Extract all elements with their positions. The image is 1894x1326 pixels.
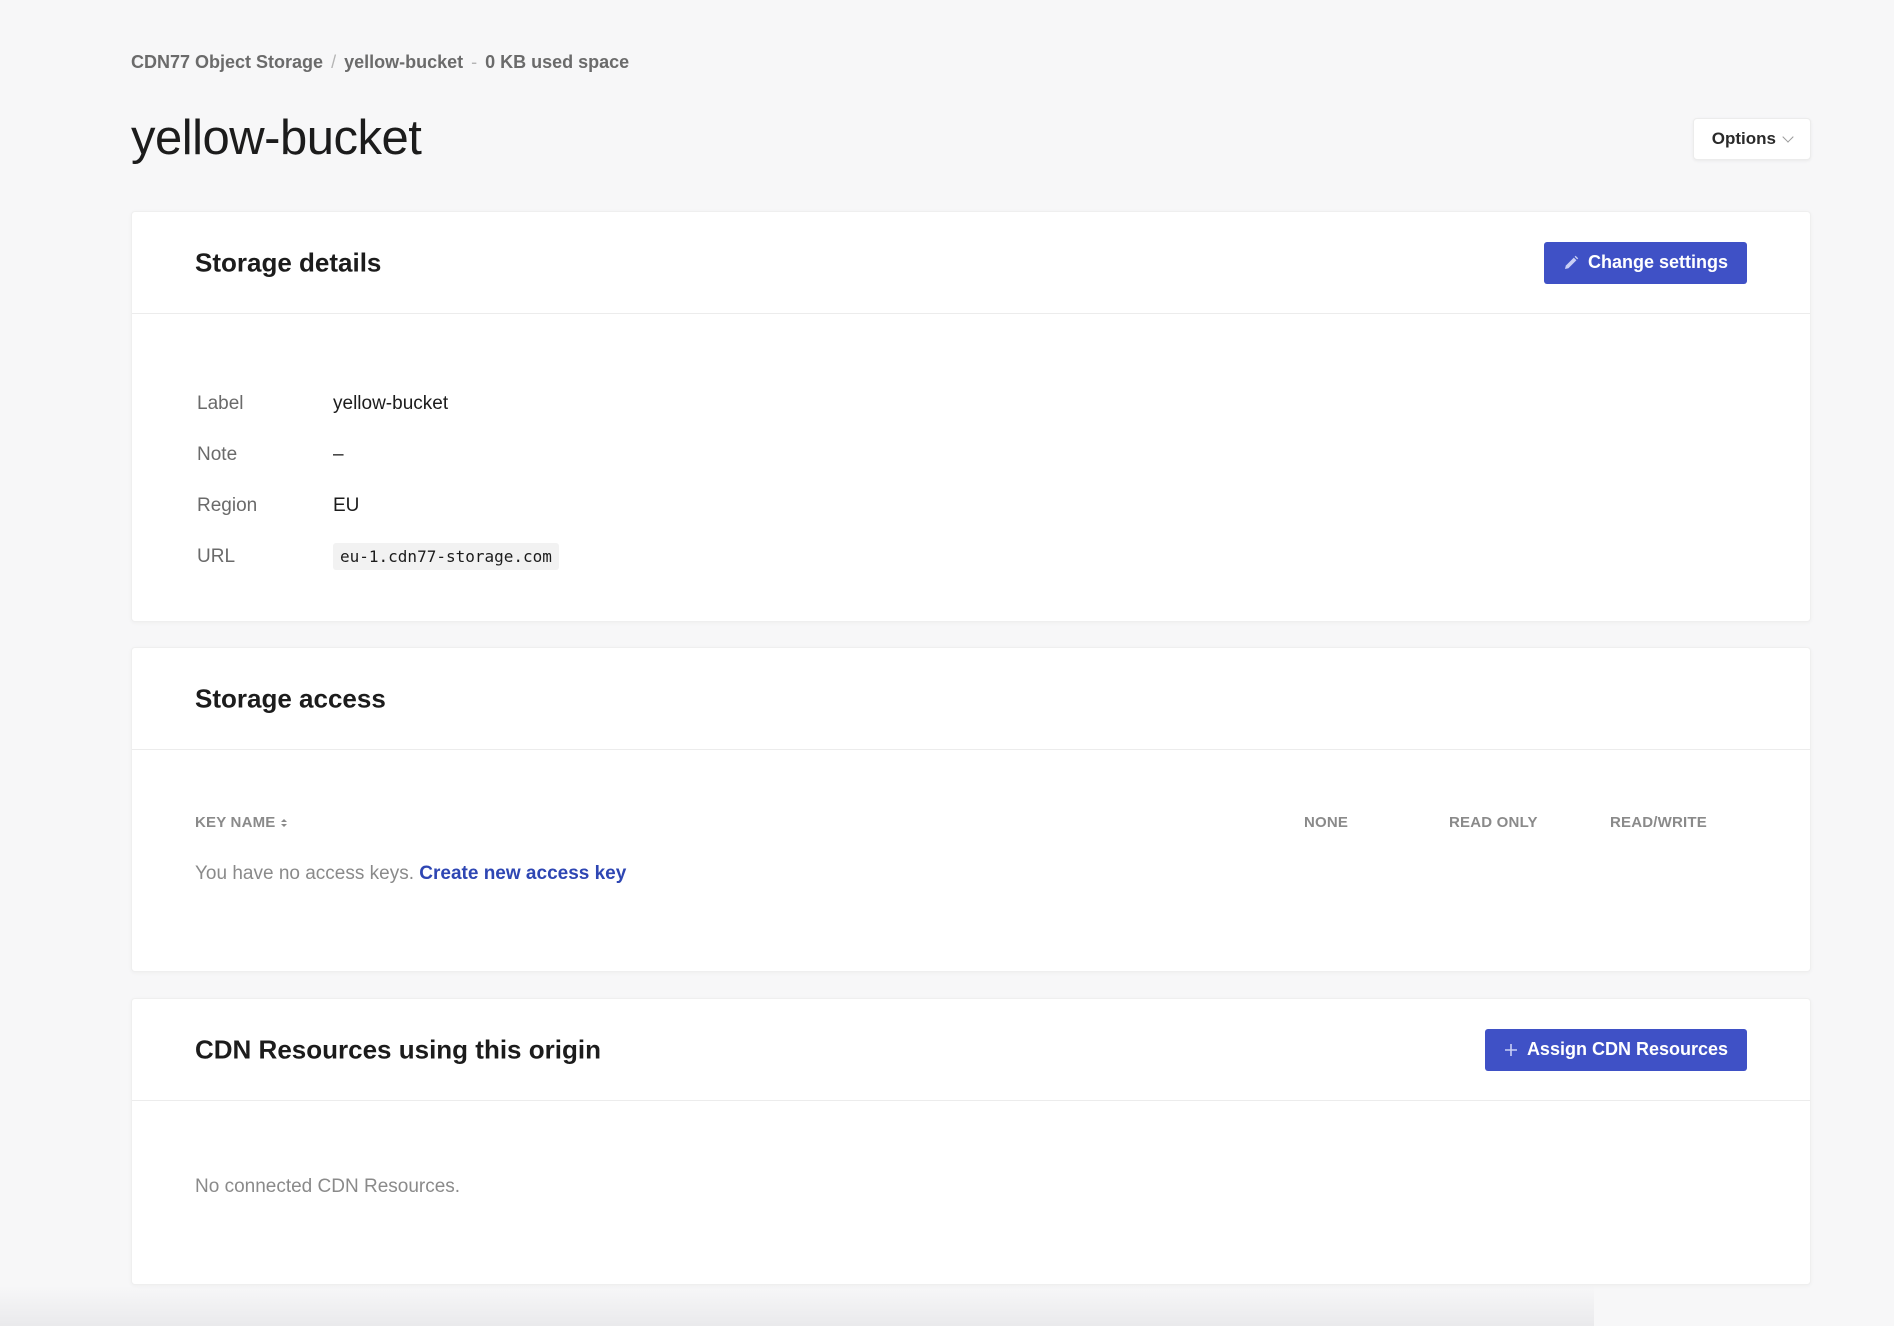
cdn-resources-card: CDN Resources using this origin Assign C… [131,998,1811,1285]
page-title: yellow-bucket [131,111,422,165]
storage-details-card: Storage details Change settings Label ye… [131,211,1811,622]
detail-label: Note [197,443,238,465]
plus-icon [1504,1043,1518,1057]
assign-cdn-resources-label: Assign CDN Resources [1526,1039,1728,1059]
detail-label: Region [197,494,258,516]
column-key-name[interactable]: KEY NAME [195,814,287,831]
column-key-name-label: KEY NAME [195,814,276,831]
pencil-icon [1563,255,1579,271]
details-table: Label yellow-bucket Note – Region EU URL… [197,378,559,582]
detail-label: URL [197,545,236,567]
detail-row-label: Label yellow-bucket [197,378,559,429]
breadcrumb-dash: - [471,52,478,72]
storage-access-header: Storage access [132,648,1810,750]
column-none: NONE [1304,814,1349,831]
breadcrumb-root-link[interactable]: CDN77 Object Storage [131,52,323,73]
detail-value: EU [333,494,360,516]
change-settings-label: Change settings [1587,252,1728,272]
column-read-write: READ/WRITE [1610,814,1707,831]
assign-cdn-resources-button[interactable]: Assign CDN Resources [1484,1028,1747,1071]
access-empty-text: You have no access keys. [195,863,414,884]
breadcrumb-separator: / [331,52,337,72]
sort-icon [280,818,287,827]
cdn-resources-header: CDN Resources using this origin Assign C… [132,999,1810,1101]
detail-row-url: URL eu-1.cdn77-storage.com [197,531,559,582]
bottom-fade [0,1286,1594,1326]
breadcrumb-usage: 0 KB used space [485,52,630,72]
storage-access-card: Storage access KEY NAME NONE READ ONLY R… [131,647,1811,972]
access-table-header: KEY NAME NONE READ ONLY READ/WRITE [195,814,1747,834]
detail-value: yellow-bucket [333,392,449,414]
breadcrumb: CDN77 Object Storage / yellow-bucket - 0… [131,52,629,73]
access-empty-state: You have no access keys. Create new acce… [195,863,626,885]
breadcrumb-bucket-link[interactable]: yellow-bucket [344,52,463,73]
change-settings-button[interactable]: Change settings [1543,241,1747,284]
column-read-only: READ ONLY [1449,814,1538,831]
cdn-resources-empty-text: No connected CDN Resources. [195,1176,461,1197]
detail-row-note: Note – [197,429,559,480]
url-value: eu-1.cdn77-storage.com [333,543,559,570]
detail-row-region: Region EU [197,480,559,531]
chevron-down-icon [1782,131,1794,143]
detail-label: Label [197,392,244,414]
storage-details-title: Storage details [195,247,382,277]
storage-details-header: Storage details Change settings [132,212,1810,314]
options-button[interactable]: Options [1692,118,1811,160]
cdn-resources-title: CDN Resources using this origin [195,1034,601,1064]
options-label: Options [1711,129,1776,148]
storage-access-title: Storage access [195,683,386,713]
create-access-key-link[interactable]: Create new access key [419,863,626,884]
detail-value: – [333,443,344,465]
